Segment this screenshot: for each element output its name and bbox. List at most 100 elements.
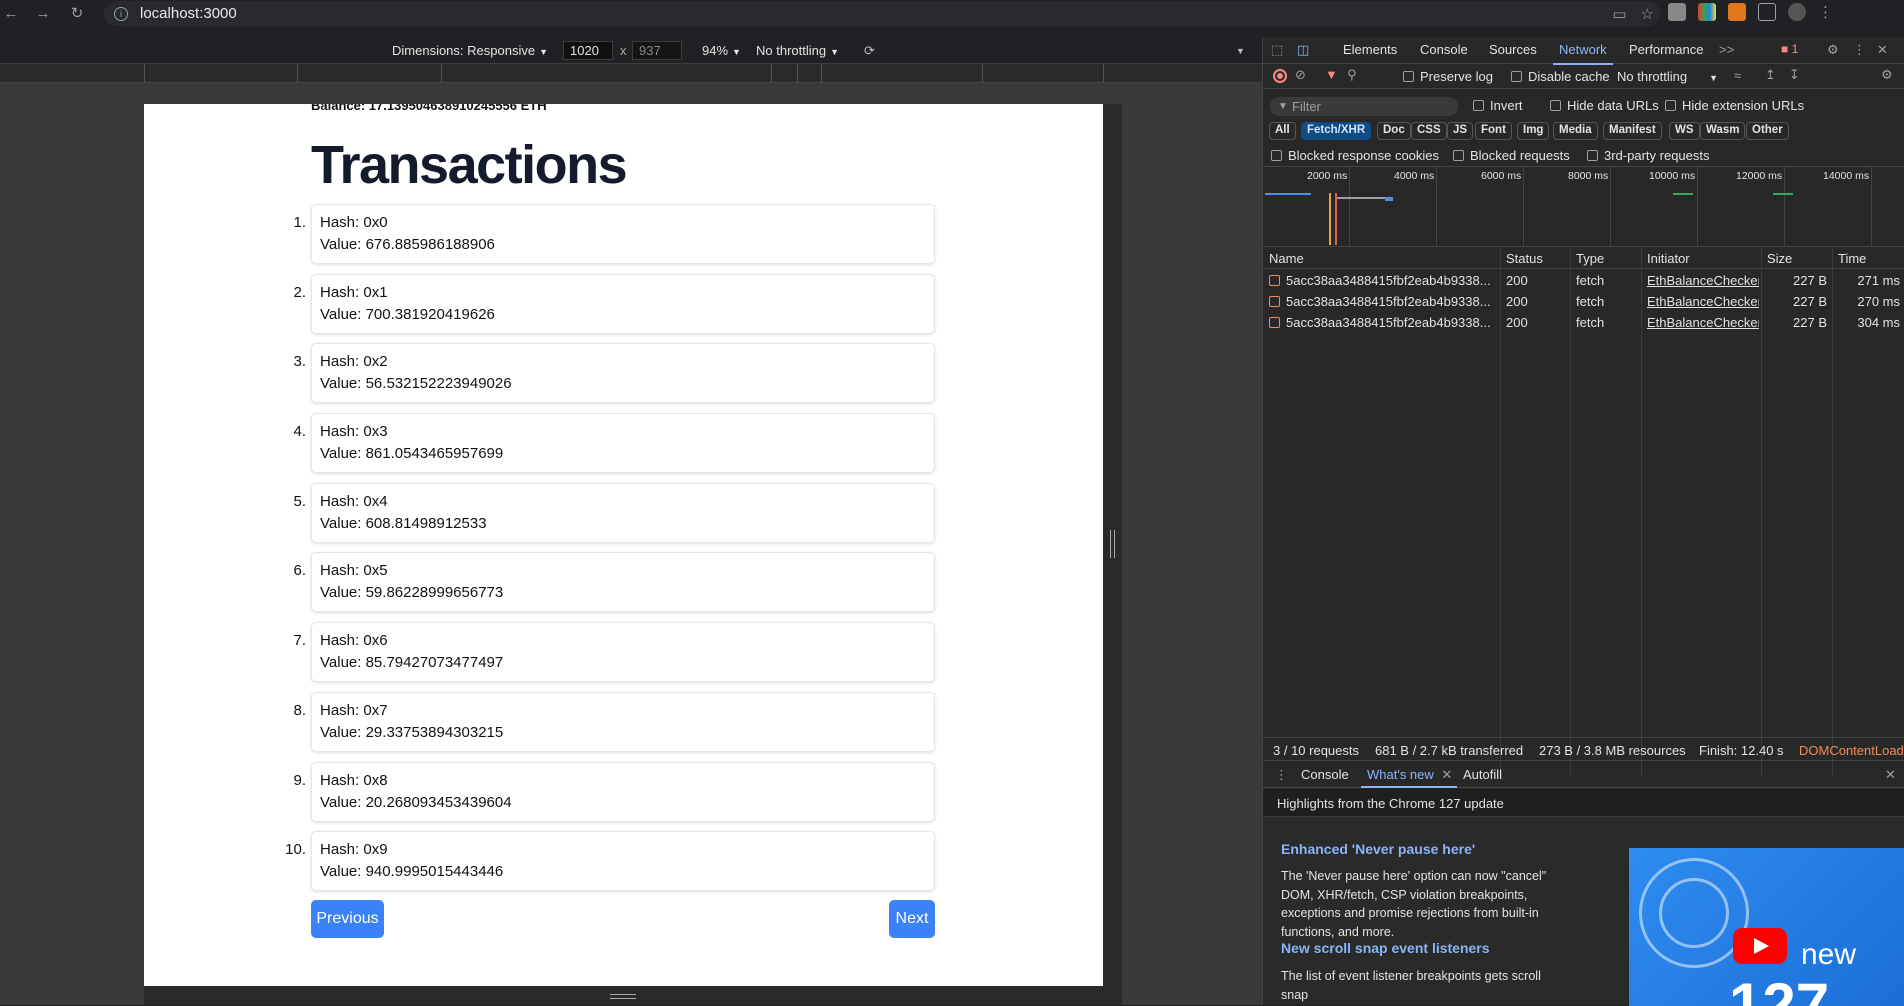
filter-chip-manifest[interactable]: Manifest — [1603, 122, 1662, 140]
transaction-number: 7. — [293, 632, 306, 650]
browser-menu-icon[interactable]: ⋮ — [1818, 3, 1833, 21]
filter-chip-other[interactable]: Other — [1746, 122, 1789, 140]
filter-input[interactable]: ▼ Filter — [1270, 97, 1458, 116]
request-row[interactable]: 5acc38aa3488415fbf2eab4b9338... 200 fetch E… — [1263, 291, 1904, 312]
drawer-tab-console[interactable]: Console — [1301, 767, 1349, 782]
devtools-menu-icon[interactable]: ⋮ — [1853, 42, 1866, 58]
width-input[interactable]: 1020 — [563, 41, 613, 60]
next-button[interactable]: Next — [889, 900, 935, 938]
tab-performance[interactable]: Performance — [1629, 42, 1703, 57]
preserve-log-checkbox[interactable]: Preserve log — [1403, 69, 1493, 84]
throttling-dropdown[interactable]: No throttling ▼ — [756, 43, 839, 58]
tab-network[interactable]: Network — [1553, 42, 1613, 65]
search-icon[interactable]: ⚲ — [1347, 67, 1357, 83]
resize-handle-right[interactable] — [1110, 530, 1115, 558]
device-toggle-icon[interactable]: ◫ — [1297, 42, 1309, 58]
hide-data-urls-checkbox[interactable]: Hide data URLs — [1550, 98, 1659, 113]
forward-icon[interactable]: → — [32, 2, 54, 24]
devtools-tab-bar: ⬚ ◫ Elements Console Sources Network Per… — [1263, 37, 1904, 65]
whats-new-video-thumbnail[interactable]: new 127 — [1629, 848, 1904, 1006]
filter-chip-img[interactable]: Img — [1517, 122, 1550, 140]
column-type[interactable]: Type — [1576, 251, 1604, 266]
profile-avatar[interactable] — [1788, 3, 1806, 21]
settings-gear-icon[interactable]: ⚙ — [1827, 42, 1839, 58]
column-status[interactable]: Status — [1506, 251, 1543, 266]
timeline-label: 14000 ms — [1823, 170, 1870, 182]
record-icon[interactable] — [1273, 69, 1287, 83]
network-conditions-icon[interactable]: ≈ — [1734, 68, 1741, 83]
third-party-requests-checkbox[interactable]: 3rd-party requests — [1587, 148, 1710, 163]
rotate-icon[interactable]: ⟳ — [864, 43, 875, 59]
inspect-element-icon[interactable]: ⬚ — [1271, 42, 1283, 58]
request-row[interactable]: 5acc38aa3488415fbf2eab4b9338... 200 fetch E… — [1263, 312, 1904, 333]
back-icon[interactable]: ← — [0, 2, 22, 24]
filter-chip-doc[interactable]: Doc — [1377, 122, 1411, 140]
invert-checkbox[interactable]: Invert — [1473, 98, 1523, 113]
feature-heading-scroll-snap[interactable]: New scroll snap event listeners — [1281, 940, 1490, 956]
feature-heading-never-pause[interactable]: Enhanced 'Never pause here' — [1281, 841, 1475, 857]
filter-chip-media[interactable]: Media — [1553, 122, 1598, 140]
network-throttling-dropdown[interactable]: No throttling ▼ — [1617, 69, 1718, 84]
column-time[interactable]: Time — [1838, 251, 1866, 266]
previous-button[interactable]: Previous — [311, 900, 384, 938]
more-options-icon[interactable]: ▼ — [1236, 46, 1245, 56]
import-har-icon[interactable]: ↥ — [1765, 67, 1776, 83]
transaction-number: 10. — [285, 841, 306, 859]
network-summary-bar: 3 / 10 requests 681 B / 2.7 kB transferr… — [1263, 737, 1904, 761]
column-initiator[interactable]: Initiator — [1647, 251, 1690, 266]
filter-chip-fetch-xhr[interactable]: Fetch/XHR — [1301, 122, 1372, 140]
more-tabs-icon[interactable]: >> — [1719, 42, 1734, 57]
request-row[interactable]: 5acc38aa3488415fbf2eab4b9338... 200 fetch E… — [1263, 270, 1904, 291]
extensions-puzzle-icon[interactable] — [1758, 3, 1776, 21]
filter-chip-font[interactable]: Font — [1475, 122, 1512, 140]
install-app-icon[interactable]: ▭ — [1612, 5, 1626, 23]
resize-handle-bottom[interactable] — [610, 994, 636, 999]
address-bar[interactable]: i localhost:3000 ▭ ☆ — [104, 1, 1660, 26]
filter-chip-css[interactable]: CSS — [1411, 122, 1447, 140]
disable-cache-label: Disable cache — [1528, 69, 1610, 84]
drawer-menu-icon[interactable]: ⋮ — [1275, 767, 1288, 783]
filter-chip-wasm[interactable]: Wasm — [1700, 122, 1746, 140]
request-initiator-link[interactable]: EthBalanceChecker.t — [1647, 273, 1759, 288]
export-har-icon[interactable]: ↧ — [1789, 67, 1800, 83]
zoom-dropdown[interactable]: 94% ▼ — [702, 43, 741, 58]
column-name[interactable]: Name — [1269, 251, 1304, 266]
request-initiator-link[interactable]: EthBalanceChecker.t — [1647, 294, 1759, 309]
filter-chip-all[interactable]: All — [1269, 122, 1296, 140]
issues-badge[interactable]: ■ 1 — [1781, 42, 1798, 56]
media-query-ruler[interactable] — [0, 64, 1262, 83]
color-extension-icon[interactable] — [1698, 3, 1716, 21]
hide-extension-urls-checkbox[interactable]: Hide extension URLs — [1665, 98, 1804, 113]
transaction-value: Value: 59.86228999656773 — [320, 584, 504, 602]
youtube-play-icon[interactable] — [1733, 928, 1787, 964]
request-initiator-link[interactable]: EthBalanceChecker.t — [1647, 315, 1759, 330]
timeline-label: 10000 ms — [1649, 170, 1696, 182]
extension-icon[interactable] — [1668, 3, 1686, 21]
network-settings-icon[interactable]: ⚙ — [1881, 67, 1893, 83]
column-size[interactable]: Size — [1767, 251, 1792, 266]
blocked-requests-checkbox[interactable]: Blocked requests — [1453, 148, 1570, 163]
drawer-tab-autofill[interactable]: Autofill — [1463, 767, 1502, 782]
network-overview-timeline[interactable]: 2000 ms 4000 ms 6000 ms 8000 ms 10000 ms… — [1263, 167, 1904, 247]
blocked-response-cookies-checkbox[interactable]: Blocked response cookies — [1271, 148, 1439, 163]
site-info-icon[interactable]: i — [114, 6, 128, 21]
reload-icon[interactable]: ↻ — [66, 2, 88, 24]
filter-funnel-icon[interactable]: ▼ — [1325, 67, 1338, 82]
transaction-number: 1. — [293, 214, 306, 231]
tab-sources[interactable]: Sources — [1489, 42, 1537, 57]
filter-chip-ws[interactable]: WS — [1669, 122, 1700, 140]
metamask-icon[interactable] — [1728, 3, 1746, 21]
drawer-tab-whats-new[interactable]: What's new ✕ — [1367, 767, 1452, 783]
tab-console[interactable]: Console — [1420, 42, 1468, 57]
bookmark-star-icon[interactable]: ☆ — [1641, 5, 1654, 23]
clear-icon[interactable]: ⊘ — [1295, 67, 1306, 83]
dimensions-dropdown[interactable]: Dimensions: Responsive ▼ — [392, 43, 548, 58]
close-drawer-icon[interactable]: ✕ — [1885, 767, 1896, 783]
disable-cache-checkbox[interactable]: Disable cache — [1511, 69, 1610, 84]
close-tab-icon[interactable]: ✕ — [1441, 767, 1452, 782]
height-input[interactable]: 937 — [632, 41, 682, 60]
close-devtools-icon[interactable]: ✕ — [1877, 42, 1888, 58]
transaction-card: 7. Hash: 0x6 Value: 85.79427073477497 — [293, 622, 935, 683]
tab-elements[interactable]: Elements — [1343, 42, 1397, 57]
filter-chip-js[interactable]: JS — [1447, 122, 1474, 140]
